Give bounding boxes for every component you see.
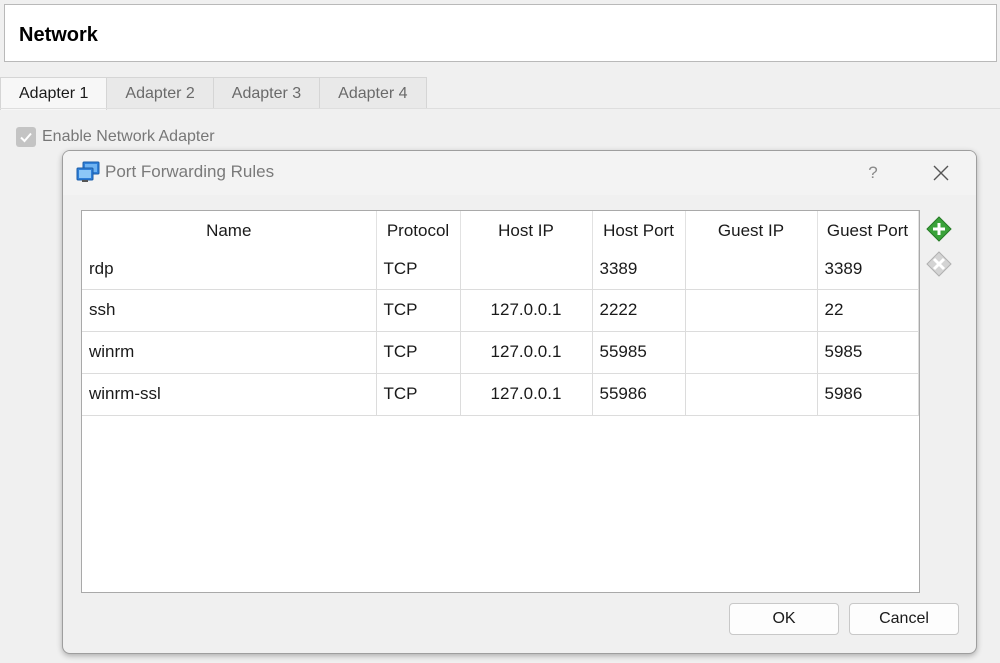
dialog-titlebar[interactable]: Port Forwarding Rules ? <box>63 151 976 195</box>
remove-rule-button[interactable] <box>925 250 953 278</box>
cell-host-port[interactable]: 2222 <box>592 289 686 332</box>
tab-adapter-3[interactable]: Adapter 3 <box>212 77 321 109</box>
cell-host-ip[interactable]: 127.0.0.1 <box>460 289 593 332</box>
enable-adapter-label: Enable Network Adapter <box>42 128 215 145</box>
cell-host-ip[interactable]: 127.0.0.1 <box>460 373 593 416</box>
cell-name[interactable]: winrm <box>82 331 377 374</box>
remove-rule-icon <box>926 251 952 277</box>
tab-adapter-4[interactable]: Adapter 4 <box>319 77 427 109</box>
dialog-title: Port Forwarding Rules <box>105 162 275 181</box>
cell-protocol[interactable]: TCP <box>376 331 461 374</box>
cell-name[interactable]: ssh <box>82 289 377 332</box>
page-title: Network <box>19 24 98 46</box>
close-button[interactable] <box>927 161 955 185</box>
page-header: Network <box>4 4 997 62</box>
column-header-host-ip[interactable]: Host IP <box>460 211 593 250</box>
table-row[interactable]: rdp TCP 3389 3389 <box>82 250 919 290</box>
table-row[interactable]: winrm-ssl TCP 127.0.0.1 55986 5986 <box>82 373 919 416</box>
cell-guest-ip[interactable] <box>685 250 818 290</box>
close-icon <box>933 165 949 181</box>
cell-protocol[interactable]: TCP <box>376 373 461 416</box>
rules-table-frame[interactable]: Name Protocol Host IP Host Port Guest IP… <box>81 210 920 593</box>
cancel-button[interactable]: Cancel <box>849 603 959 635</box>
enable-adapter-checkbox[interactable] <box>16 127 36 147</box>
table-row[interactable]: ssh TCP 127.0.0.1 2222 22 <box>82 289 919 332</box>
network-adapter-icon <box>76 161 100 182</box>
cell-guest-ip[interactable] <box>685 373 818 416</box>
cell-guest-port[interactable]: 5985 <box>817 331 919 374</box>
cell-host-ip[interactable]: 127.0.0.1 <box>460 331 593 374</box>
tab-divider <box>0 108 1000 109</box>
enable-adapter-row[interactable]: Enable Network Adapter <box>16 127 215 147</box>
cell-protocol[interactable]: TCP <box>376 289 461 332</box>
column-header-name[interactable]: Name <box>82 211 377 250</box>
column-header-protocol[interactable]: Protocol <box>376 211 461 250</box>
tab-adapter-2[interactable]: Adapter 2 <box>106 77 214 109</box>
column-header-guest-ip[interactable]: Guest IP <box>685 211 818 250</box>
port-forwarding-dialog: Port Forwarding Rules ? Name Protocol Ho… <box>62 150 977 654</box>
cell-guest-port[interactable]: 22 <box>817 289 919 332</box>
checkmark-icon <box>20 132 32 143</box>
table-row[interactable]: winrm TCP 127.0.0.1 55985 5985 <box>82 331 919 374</box>
cell-host-port[interactable]: 55986 <box>592 373 686 416</box>
cell-guest-ip[interactable] <box>685 289 818 332</box>
column-header-guest-port[interactable]: Guest Port <box>817 211 919 250</box>
cell-guest-ip[interactable] <box>685 331 818 374</box>
add-rule-icon <box>926 216 952 242</box>
ok-button[interactable]: OK <box>729 603 839 635</box>
table-header-row: Name Protocol Host IP Host Port Guest IP… <box>82 211 919 250</box>
cell-name[interactable]: rdp <box>82 250 377 290</box>
cell-name[interactable]: winrm-ssl <box>82 373 377 416</box>
help-button[interactable]: ? <box>861 161 885 185</box>
cell-host-port[interactable]: 55985 <box>592 331 686 374</box>
rules-table: Name Protocol Host IP Host Port Guest IP… <box>82 211 919 416</box>
tab-adapter-1[interactable]: Adapter 1 <box>0 77 108 110</box>
cell-guest-port[interactable]: 3389 <box>817 250 919 290</box>
cell-protocol[interactable]: TCP <box>376 250 461 290</box>
cell-host-port[interactable]: 3389 <box>592 250 686 290</box>
column-header-host-port[interactable]: Host Port <box>592 211 686 250</box>
add-rule-button[interactable] <box>925 215 953 243</box>
adapter-tabs: Adapter 1 Adapter 2 Adapter 3 Adapter 4 <box>0 77 427 110</box>
cell-guest-port[interactable]: 5986 <box>817 373 919 416</box>
cell-host-ip[interactable] <box>460 250 593 290</box>
